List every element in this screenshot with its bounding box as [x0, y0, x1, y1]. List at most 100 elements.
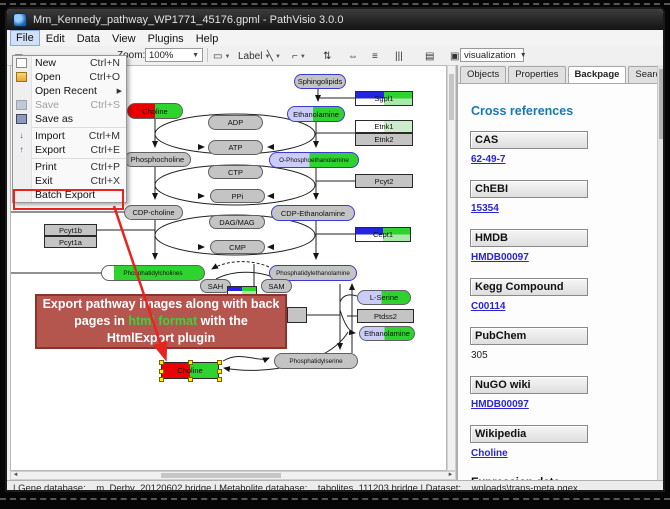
- connector-tool-button[interactable]: ⌐▼: [289, 48, 309, 65]
- xref-link[interactable]: 15354: [471, 203, 499, 214]
- pathway-node-cmp[interactable]: CMP: [210, 240, 265, 254]
- xref-section-header[interactable]: Kegg Compound: [470, 278, 588, 296]
- menu-item-shortcut: Ctrl+O: [89, 71, 120, 83]
- pathway-node-cdp-ethanolamine[interactable]: CDP-Ethanolamine: [271, 205, 355, 221]
- scroll-left-icon[interactable]: ◄: [11, 472, 20, 479]
- pathway-node-etnk1[interactable]: Etnk1: [355, 120, 413, 133]
- selection-handle[interactable]: [159, 369, 164, 374]
- tab-properties[interactable]: Properties: [508, 66, 565, 83]
- pathway-node-sam[interactable]: SAM: [261, 279, 292, 293]
- xref-link[interactable]: Choline: [471, 448, 508, 459]
- stack-horizontal-button[interactable]: |||: [392, 48, 406, 65]
- canvas-vertical-scrollbar[interactable]: [447, 65, 456, 471]
- selection-handle[interactable]: [159, 377, 164, 382]
- zoom-combobox[interactable]: 100%▼: [145, 48, 203, 62]
- pathway-node-choline-selected[interactable]: Choline: [161, 362, 219, 379]
- file-menu-dropdown: NewCtrl+NOpenCtrl+OOpen Recent▶SaveCtrl+…: [12, 55, 127, 203]
- file-menu-item-import[interactable]: ↓ImportCtrl+M: [13, 129, 126, 143]
- pathway-node-ethanolamine-bottom[interactable]: Ethanolamine: [359, 326, 415, 341]
- tab-objects[interactable]: Objects: [460, 66, 506, 83]
- pathway-node-ptdss2[interactable]: Ptdss2: [357, 309, 414, 323]
- selection-handle[interactable]: [217, 360, 222, 365]
- pathway-node-ctp[interactable]: CTP: [208, 165, 263, 179]
- align-middle-button[interactable]: ⇔: [345, 48, 361, 65]
- pathway-node-cdp-choline[interactable]: CDP-choline: [124, 205, 183, 220]
- node-label: Phosphatidylethanolamine: [276, 270, 350, 277]
- pathway-node-ethanolamine-top[interactable]: Ethanolamine: [287, 106, 345, 122]
- common-width-button[interactable]: ▤: [422, 48, 437, 65]
- panel-vertical-scrollbar[interactable]: [657, 65, 665, 480]
- menu-item-shortcut: Ctrl+M: [89, 130, 120, 142]
- file-menu-item-new[interactable]: NewCtrl+N: [13, 56, 126, 70]
- pathway-node-phosphatidylserine[interactable]: Phosphatidylserine: [274, 353, 358, 369]
- selection-handle[interactable]: [188, 360, 193, 365]
- xref-section-header[interactable]: Wikipedia: [470, 425, 588, 443]
- stack-vertical-icon: ≡: [372, 51, 378, 62]
- pathway-node-sgpl1[interactable]: Sgpl1: [355, 91, 413, 106]
- selection-handle[interactable]: [188, 377, 193, 382]
- selection-handle[interactable]: [217, 377, 222, 382]
- selection-handle[interactable]: [159, 360, 164, 365]
- selection-handle[interactable]: [217, 369, 222, 374]
- node-label: Cept1: [373, 230, 393, 239]
- pathway-node-dag-mag[interactable]: DAG/MAG: [209, 215, 265, 229]
- align-center-button[interactable]: ⇅: [320, 48, 334, 65]
- pathway-node-pcyt2[interactable]: Pcyt2: [355, 174, 413, 188]
- pathway-node-adp[interactable]: ADP: [208, 115, 263, 130]
- annotation-callout: Export pathway images along with back pa…: [35, 294, 287, 349]
- xref-link[interactable]: C00114: [471, 301, 505, 312]
- canvas-horizontal-scrollbar[interactable]: ◄ ►: [10, 471, 456, 480]
- pathway-node-phosphatidylcholines[interactable]: Phosphatidylcholines: [101, 265, 205, 281]
- datanode-tool-button[interactable]: ▭▼: [210, 48, 233, 65]
- pathway-node-gene-box[interactable]: [287, 307, 307, 323]
- xref-section-header[interactable]: HMDB: [470, 229, 588, 247]
- xref-section-wikipedia: Wikipedia Choline: [470, 425, 647, 461]
- title-bar[interactable]: Mm_Kennedy_pathway_WP1771_45176.gpml - P…: [7, 9, 663, 30]
- open-folder-icon: [16, 72, 27, 82]
- line-tool-button[interactable]: ╲▼: [264, 48, 284, 65]
- pathway-node-choline-top[interactable]: Choline: [127, 103, 183, 119]
- pathway-node-o-phosphoethanolamine[interactable]: O-Phosphoethanolamine: [269, 152, 359, 168]
- xref-link[interactable]: HMDB00097: [471, 252, 529, 263]
- menu-plugins[interactable]: Plugins: [142, 30, 190, 46]
- pathway-node-etnk2[interactable]: Etnk2: [355, 133, 413, 146]
- scroll-right-icon[interactable]: ►: [446, 472, 455, 479]
- menu-help[interactable]: Help: [190, 30, 225, 46]
- file-menu-item-save-as[interactable]: Save as: [13, 112, 126, 126]
- menu-file[interactable]: File: [10, 30, 40, 46]
- pathway-node-l-serine[interactable]: L-Serine: [357, 290, 411, 305]
- menu-item-label: Export: [35, 144, 65, 156]
- menu-edit[interactable]: Edit: [40, 30, 71, 46]
- xref-section-header[interactable]: ChEBI: [470, 180, 588, 198]
- pathway-node-phosphocholine[interactable]: Phosphocholine: [124, 152, 191, 167]
- xref-link[interactable]: 62-49-7: [471, 154, 505, 165]
- pathway-node-cept1[interactable]: Cept1: [355, 227, 411, 242]
- tab-backpage[interactable]: Backpage: [568, 66, 627, 83]
- file-menu-item-exit[interactable]: ExitCtrl+X: [13, 174, 126, 188]
- node-label: SAM: [268, 282, 284, 291]
- xref-link[interactable]: HMDB00097: [471, 399, 529, 410]
- pathway-node-sphingolipids[interactable]: Sphingolipids: [294, 74, 346, 89]
- pathway-node-pcyt1b[interactable]: Pcyt1b: [44, 224, 97, 236]
- file-menu-item-export[interactable]: ↑ExportCtrl+E: [13, 143, 126, 157]
- visualization-combobox[interactable]: visualization▼: [460, 48, 524, 62]
- file-menu-item-open-recent[interactable]: Open Recent▶: [13, 84, 126, 98]
- align-center-icon: ⇅: [323, 51, 331, 62]
- menu-view[interactable]: View: [106, 30, 142, 46]
- xref-section-header[interactable]: NuGO wiki: [470, 376, 588, 394]
- menu-bar: FileEditDataViewPluginsHelp: [7, 30, 663, 47]
- stack-vertical-button[interactable]: ≡: [369, 48, 381, 65]
- file-menu-item-open[interactable]: OpenCtrl+O: [13, 70, 126, 84]
- pathway-node-pcyt1a[interactable]: Pcyt1a: [44, 236, 97, 248]
- pathway-node-atp[interactable]: ATP: [208, 140, 263, 155]
- xref-section-header[interactable]: CAS: [470, 131, 588, 149]
- export-icon: ↑: [16, 145, 27, 155]
- xref-section-header[interactable]: PubChem: [470, 327, 588, 345]
- pathway-node-ppi[interactable]: PPi: [210, 189, 265, 203]
- menu-data[interactable]: Data: [71, 30, 106, 46]
- save-as-icon: [16, 114, 27, 124]
- backpage-content: Cross references CAS62-49-7ChEBI15354HMD…: [458, 84, 657, 489]
- node-label: Phosphatidylcholines: [123, 270, 182, 277]
- file-menu-item-print[interactable]: PrintCtrl+P: [13, 160, 126, 174]
- chevron-down-icon: ▼: [300, 54, 306, 60]
